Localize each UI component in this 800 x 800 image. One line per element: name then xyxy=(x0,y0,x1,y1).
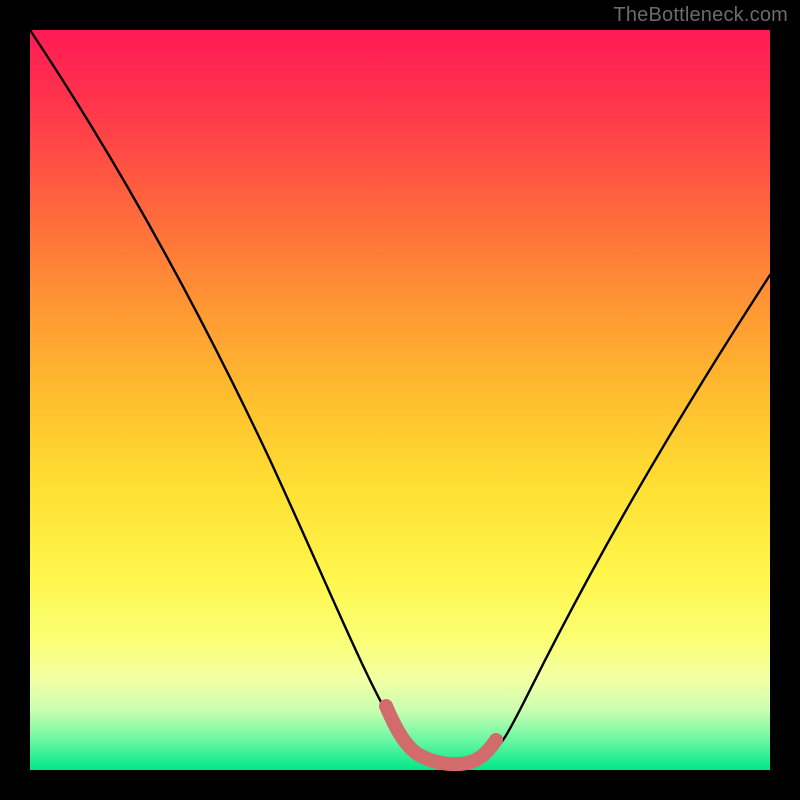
bottleneck-curve xyxy=(30,30,770,765)
chart-frame: TheBottleneck.com xyxy=(0,0,800,800)
watermark-text: TheBottleneck.com xyxy=(613,4,788,27)
curve-layer xyxy=(30,30,770,770)
highlight-segment xyxy=(386,706,496,764)
